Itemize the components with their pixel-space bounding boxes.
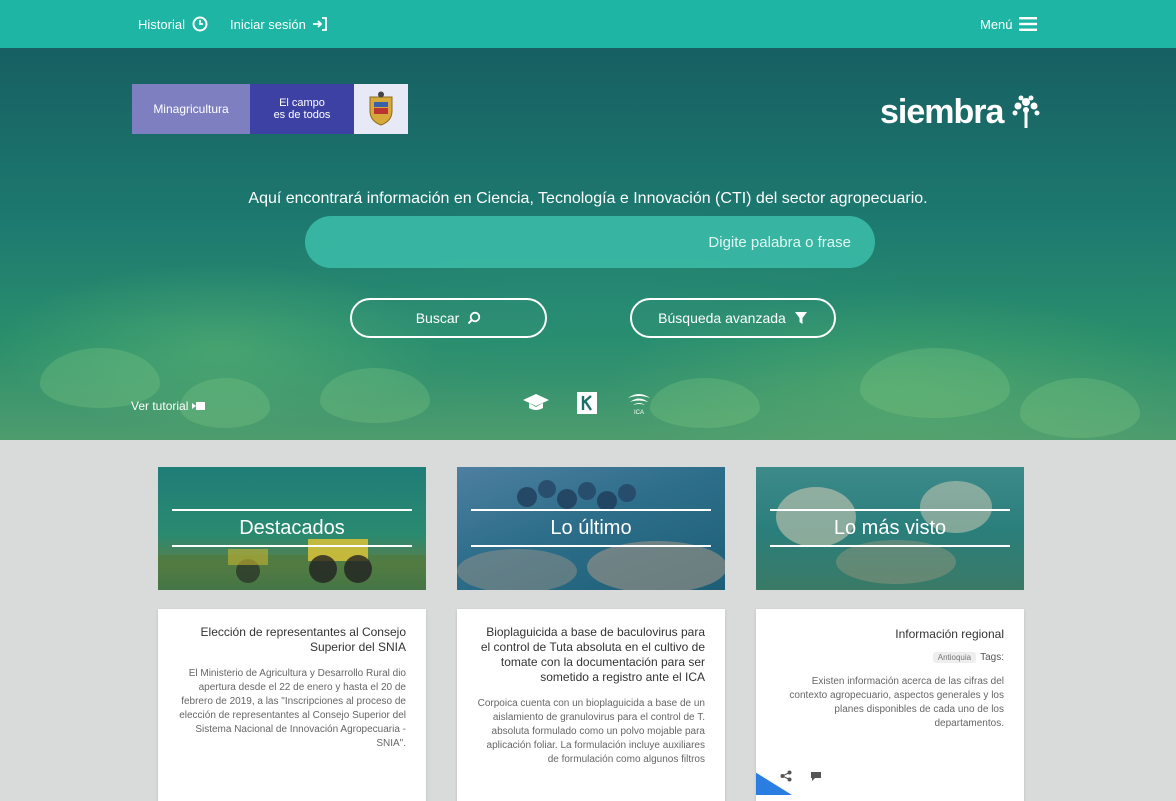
hero-tagline: Aquí encontrará información en Ciencia, …	[248, 190, 928, 207]
latest-heading: Lo último	[471, 509, 711, 547]
featured-title: Elección de representantes al Consejo Su…	[200, 625, 406, 654]
k-app-icon[interactable]	[576, 391, 598, 415]
siembra-logo[interactable]: siembra	[880, 84, 1050, 140]
most-viewed-text: Existen información acerca de las cifras…	[789, 676, 1004, 729]
search-input[interactable]	[305, 216, 875, 268]
featured-card[interactable]: Elección de representantes al Consejo Su…	[158, 609, 426, 801]
campo-slogan-line1: El campo	[279, 97, 325, 109]
background-leaf	[860, 348, 1010, 418]
campo-slogan: El campo es de todos	[250, 84, 354, 134]
campo-slogan-line2: es de todos	[273, 109, 331, 121]
menu-label: Menú	[980, 16, 1013, 32]
ica-label: ICA	[634, 410, 644, 416]
most-viewed-card-header[interactable]: Lo más visto	[756, 467, 1024, 590]
featured-text: El Ministerio de Agricultura y Desarroll…	[179, 668, 406, 749]
brand-name: siembra	[880, 92, 1004, 131]
sign-in-icon	[312, 17, 327, 31]
tree-logo-icon	[1012, 95, 1040, 128]
login-link[interactable]: Iniciar sesión	[230, 0, 328, 48]
graduation-cap-icon[interactable]	[522, 392, 550, 414]
minagricultura-label: Minagricultura	[132, 84, 250, 134]
comment-icon[interactable]	[810, 770, 822, 785]
video-icon	[192, 402, 206, 410]
history-link[interactable]: Historial	[138, 0, 209, 48]
most-viewed-title: Información regional	[895, 627, 1004, 641]
history-icon	[192, 16, 208, 32]
most-viewed-heading: Lo más visto	[770, 509, 1010, 547]
tutorial-label: Ver tutorial	[131, 399, 189, 413]
share-icon[interactable]	[780, 770, 792, 785]
menu-button[interactable]: Menú	[980, 0, 1037, 48]
search-button[interactable]: Buscar	[350, 298, 547, 338]
latest-title: Bioplaguicida a base de baculovirus para…	[480, 625, 705, 684]
tutorial-link[interactable]: Ver tutorial	[131, 399, 206, 413]
advanced-search-button[interactable]: Búsqueda avanzada	[630, 298, 836, 338]
latest-card[interactable]: Bioplaguicida a base de baculovirus para…	[457, 609, 725, 801]
quick-access-icons: ICA	[522, 390, 654, 416]
featured-heading: Destacados	[172, 509, 412, 547]
tags-label: Tags:	[980, 652, 1004, 663]
most-viewed-card[interactable]: Información regional Antioquia Tags: Exi…	[756, 609, 1024, 801]
card-actions	[780, 770, 822, 785]
search-button-label: Buscar	[415, 310, 460, 326]
hero-section: Minagricultura El campo es de todos siem…	[0, 48, 1176, 440]
search-icon	[468, 311, 481, 325]
coat-of-arms-icon	[354, 84, 408, 134]
top-navigation-bar: Historial Iniciar sesión Menú	[0, 0, 1176, 48]
history-label: Historial	[138, 16, 185, 32]
background-leaf	[1020, 378, 1140, 438]
background-leaf	[320, 368, 430, 423]
tag-chip[interactable]: Antioquia	[932, 652, 977, 663]
government-banner: Minagricultura El campo es de todos	[132, 84, 408, 134]
tags-row: Antioquia Tags:	[776, 652, 1004, 663]
featured-card-header[interactable]: Destacados	[158, 467, 426, 590]
ica-logo-icon[interactable]: ICA	[624, 390, 654, 416]
background-leaf	[650, 378, 760, 428]
filter-icon	[794, 312, 807, 324]
login-label: Iniciar sesión	[230, 16, 306, 32]
latest-card-header[interactable]: Lo último	[457, 467, 725, 590]
latest-text: Corpoica cuenta con un bioplaguicida a b…	[477, 698, 705, 765]
advanced-search-label: Búsqueda avanzada	[658, 310, 786, 326]
hamburger-icon	[1018, 17, 1037, 31]
